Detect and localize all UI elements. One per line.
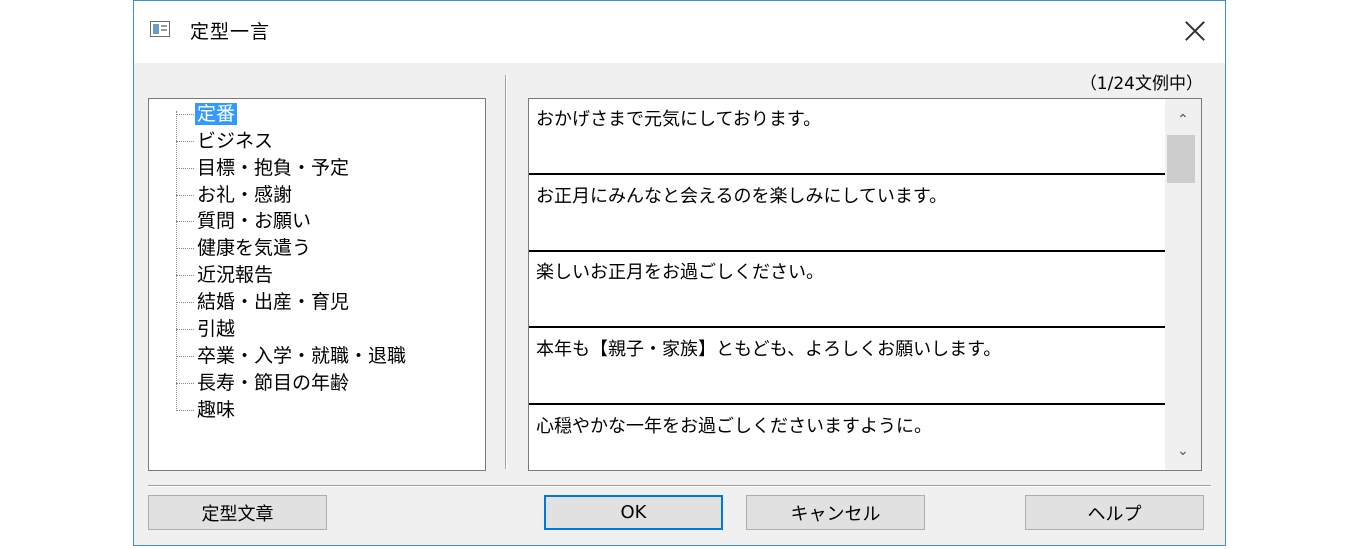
tree-item-label: 長寿・節目の年齢 — [197, 372, 350, 394]
cancel-button[interactable]: キャンセル — [746, 495, 925, 530]
tree-item-label: 引越 — [197, 318, 236, 340]
vertical-divider — [505, 75, 507, 469]
tree-item-health[interactable]: 健康を気遣う — [176, 235, 313, 261]
phrase-item[interactable]: 楽しいお正月をお過ごしください。 — [529, 252, 1165, 328]
phrase-text: おかげさまで元気にしております。 — [536, 109, 822, 130]
window-icon — [150, 21, 170, 37]
tree-item-business[interactable]: ビジネス — [176, 128, 275, 154]
dialog-title: 定型一言 — [190, 21, 271, 43]
category-tree[interactable]: 定番 ビジネス 目標・抱負・予定 お礼・感謝 質問・お願い 健康を気遣う 近況報… — [148, 98, 486, 471]
scroll-thumb[interactable] — [1167, 135, 1195, 183]
tree-item-goals[interactable]: 目標・抱負・予定 — [176, 155, 351, 181]
ok-button[interactable]: OK — [544, 495, 723, 530]
phrase-text: 本年も【親子・家族】ともども、よろしくお願いします。 — [536, 339, 1002, 360]
phrase-item[interactable]: 本年も【親子・家族】ともども、よろしくお願いします。 — [529, 329, 1165, 405]
tree-item-label: 結婚・出産・育児 — [197, 291, 350, 313]
tree-item-family[interactable]: 結婚・出産・育児 — [176, 289, 351, 315]
phrase-list: おかげさまで元気にしております。 お正月にみんなと会えるのを楽しみにしています。… — [528, 98, 1202, 471]
tree-item-longevity[interactable]: 長寿・節目の年齢 — [176, 370, 351, 396]
tree-item-label: 近況報告 — [197, 264, 274, 286]
title-bar: 定型一言 — [134, 1, 1225, 63]
tree-item-standard[interactable]: 定番 — [176, 101, 238, 127]
help-button[interactable]: ヘルプ — [1025, 495, 1204, 530]
phrase-text: お正月にみんなと会えるのを楽しみにしています。 — [536, 186, 948, 207]
tree-item-hobby[interactable]: 趣味 — [176, 397, 237, 423]
phrase-scrollbar[interactable]: ⌃ ⌄ — [1165, 99, 1201, 470]
tree-item-label: ビジネス — [197, 130, 274, 152]
chevron-down-icon[interactable]: ⌄ — [1165, 434, 1201, 468]
tree-item-news[interactable]: 近況報告 — [176, 262, 275, 288]
template-text-button[interactable]: 定型文章 — [148, 495, 327, 530]
tree-item-thanks[interactable]: お礼・感謝 — [176, 182, 294, 208]
phrase-item[interactable]: お正月にみんなと会えるのを楽しみにしています。 — [529, 176, 1165, 252]
phrase-text: 楽しいお正月をお過ごしください。 — [536, 262, 824, 283]
tree-item-label: 健康を気遣う — [197, 237, 312, 259]
phrase-text: 心穏やかな一年をお過ごしくださいますように。 — [536, 416, 932, 437]
tree-item-milestones[interactable]: 卒業・入学・就職・退職 — [176, 343, 408, 369]
chevron-up-icon[interactable]: ⌃ — [1165, 103, 1201, 137]
phrase-counter: （1/24文例中） — [1079, 74, 1203, 94]
tree-item-label: 質問・お願い — [197, 210, 312, 232]
tree-item-label: お礼・感謝 — [197, 184, 293, 206]
close-icon[interactable] — [1179, 15, 1211, 47]
phrase-item[interactable]: おかげさまで元気にしております。 — [529, 99, 1165, 175]
horizontal-divider — [148, 485, 1211, 487]
tree-item-moving[interactable]: 引越 — [176, 316, 237, 342]
phrase-dialog: 定型一言 （1/24文例中） 定番 ビジネス 目標・抱負・予定 お礼・感謝 質問… — [133, 0, 1226, 546]
phrase-item[interactable]: 心穏やかな一年をお過ごしくださいますように。 — [529, 406, 1165, 470]
tree-item-label: 目標・抱負・予定 — [197, 157, 350, 179]
tree-item-label: 卒業・入学・就職・退職 — [197, 345, 407, 367]
tree-item-label: 定番 — [195, 103, 238, 125]
tree-item-label: 趣味 — [197, 399, 236, 421]
tree-item-questions[interactable]: 質問・お願い — [176, 208, 313, 234]
